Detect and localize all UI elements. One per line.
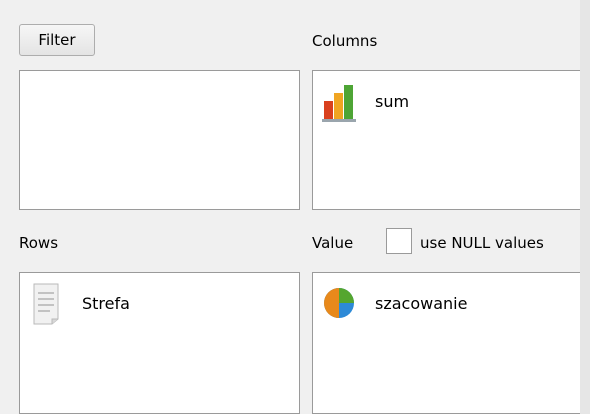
filter-button[interactable]: Filter xyxy=(19,24,95,56)
filter-drop-zone[interactable] xyxy=(19,70,300,210)
columns-label: Columns xyxy=(312,32,378,50)
columns-drop-zone[interactable]: sum xyxy=(312,70,590,210)
rows-item-strefa[interactable]: Strefa xyxy=(28,281,130,325)
use-null-values-checkbox[interactable] xyxy=(386,228,412,254)
rows-item-label: Strefa xyxy=(82,293,130,313)
rows-label: Rows xyxy=(19,234,59,252)
value-item-szacowanie[interactable]: szacowanie xyxy=(321,281,467,325)
columns-item-sum[interactable]: sum xyxy=(321,79,409,123)
rows-drop-zone[interactable]: Strefa xyxy=(19,272,300,414)
pie-chart-icon xyxy=(321,281,357,325)
columns-item-label: sum xyxy=(375,91,410,111)
value-drop-zone[interactable]: szacowanie xyxy=(312,272,590,414)
bar-chart-icon xyxy=(321,79,357,123)
scrollbar[interactable] xyxy=(580,0,590,414)
document-icon xyxy=(28,281,64,325)
use-null-values-label[interactable]: use NULL values xyxy=(420,234,544,252)
value-item-label: szacowanie xyxy=(375,293,468,313)
value-label: Value xyxy=(312,234,354,252)
